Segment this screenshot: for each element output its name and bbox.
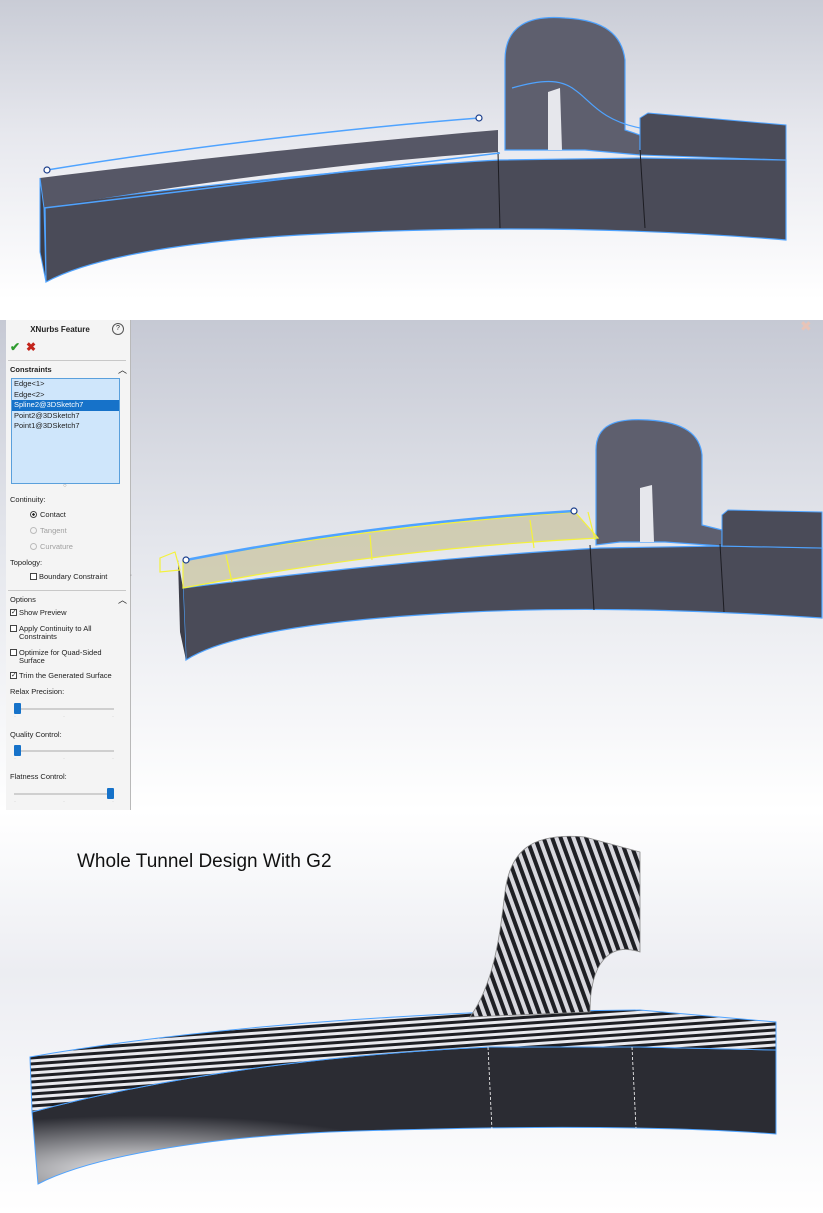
spline-point-1 — [43, 166, 51, 174]
divider — [8, 590, 126, 591]
tower-window — [640, 485, 654, 542]
slider-thumb[interactable] — [14, 745, 21, 756]
caption-text: Whole Tunnel Design With G2 — [77, 851, 332, 872]
relax-precision-label: Relax Precision: — [10, 687, 65, 696]
slider-thumb[interactable] — [14, 703, 21, 714]
optimize-quad-checkbox[interactable]: Optimize for Quad-Sided Surface — [10, 649, 114, 665]
radio-tangent[interactable]: Tangent — [30, 526, 67, 535]
slider-ticks: · · · — [14, 714, 114, 720]
quality-control-slider[interactable] — [14, 745, 114, 756]
view-corner-icon: ✖ — [800, 318, 812, 334]
flatness-control-label: Flatness Control: — [10, 772, 67, 781]
tunnel-model-top — [39, 16, 787, 284]
panel-splitter-handle[interactable]: ◦ — [130, 573, 132, 579]
slider-thumb[interactable] — [107, 788, 114, 799]
constraint-item[interactable]: Edge<1> — [12, 379, 119, 390]
boundary-constraint-checkbox[interactable]: Boundary Constraint — [30, 573, 107, 581]
slider-ticks: · · · — [14, 756, 114, 762]
quality-control-label: Quality Control: — [10, 730, 62, 739]
radio-contact[interactable]: Contact — [30, 510, 66, 519]
constraints-section-header[interactable]: Constraints — [10, 365, 52, 374]
xnurbs-property-manager: XNurbs Feature ? ✔ ✖ Constraints ︿ Edge<… — [6, 320, 132, 810]
constraint-item[interactable]: Edge<2> — [12, 390, 119, 401]
tower-zebra — [469, 835, 641, 1018]
list-resize-handle[interactable]: ○ — [63, 483, 67, 489]
tower-surface — [595, 419, 723, 547]
ok-check-icon[interactable]: ✔ — [10, 340, 20, 354]
topology-label: Topology: — [10, 558, 43, 567]
relax-precision-slider[interactable] — [14, 703, 114, 714]
apply-continuity-checkbox[interactable]: Apply Continuity to All Constraints — [10, 625, 114, 641]
right-block — [721, 509, 823, 549]
continuity-label: Continuity: — [10, 495, 46, 504]
tower-window — [548, 88, 562, 150]
right-block — [639, 112, 787, 161]
constraint-item[interactable]: Spline2@3DSketch7 — [12, 400, 119, 411]
trim-surface-checkbox[interactable]: ✓ Trim the Generated Surface — [10, 672, 112, 680]
cancel-x-icon[interactable]: ✖ — [26, 340, 36, 354]
constraint-item[interactable]: Point2@3DSketch7 — [12, 411, 119, 422]
constraints-list[interactable]: Edge<1> Edge<2> Spline2@3DSketch7 Point2@3D… — [11, 378, 120, 484]
spline-point-1 — [182, 556, 190, 564]
collapse-chevron-icon[interactable]: ︿ — [118, 363, 127, 376]
help-icon[interactable]: ? — [112, 323, 124, 335]
divider — [8, 360, 126, 361]
slider-ticks: · · · — [14, 799, 114, 805]
constraint-item[interactable]: Point1@3DSketch7 — [12, 421, 119, 432]
radio-curvature[interactable]: Curvature — [30, 542, 73, 551]
spline-point-2 — [570, 507, 578, 515]
pm-title: XNurbs Feature — [30, 325, 90, 334]
show-preview-checkbox[interactable]: ✓ Show Preview — [10, 609, 67, 617]
flatness-control-slider[interactable] — [14, 788, 114, 799]
tower-surface — [504, 16, 641, 156]
options-section-header[interactable]: Options — [10, 595, 36, 604]
viewport-top[interactable] — [0, 0, 823, 300]
collapse-chevron-icon[interactable]: ︿ — [118, 593, 127, 606]
spline-point-2 — [475, 114, 483, 122]
